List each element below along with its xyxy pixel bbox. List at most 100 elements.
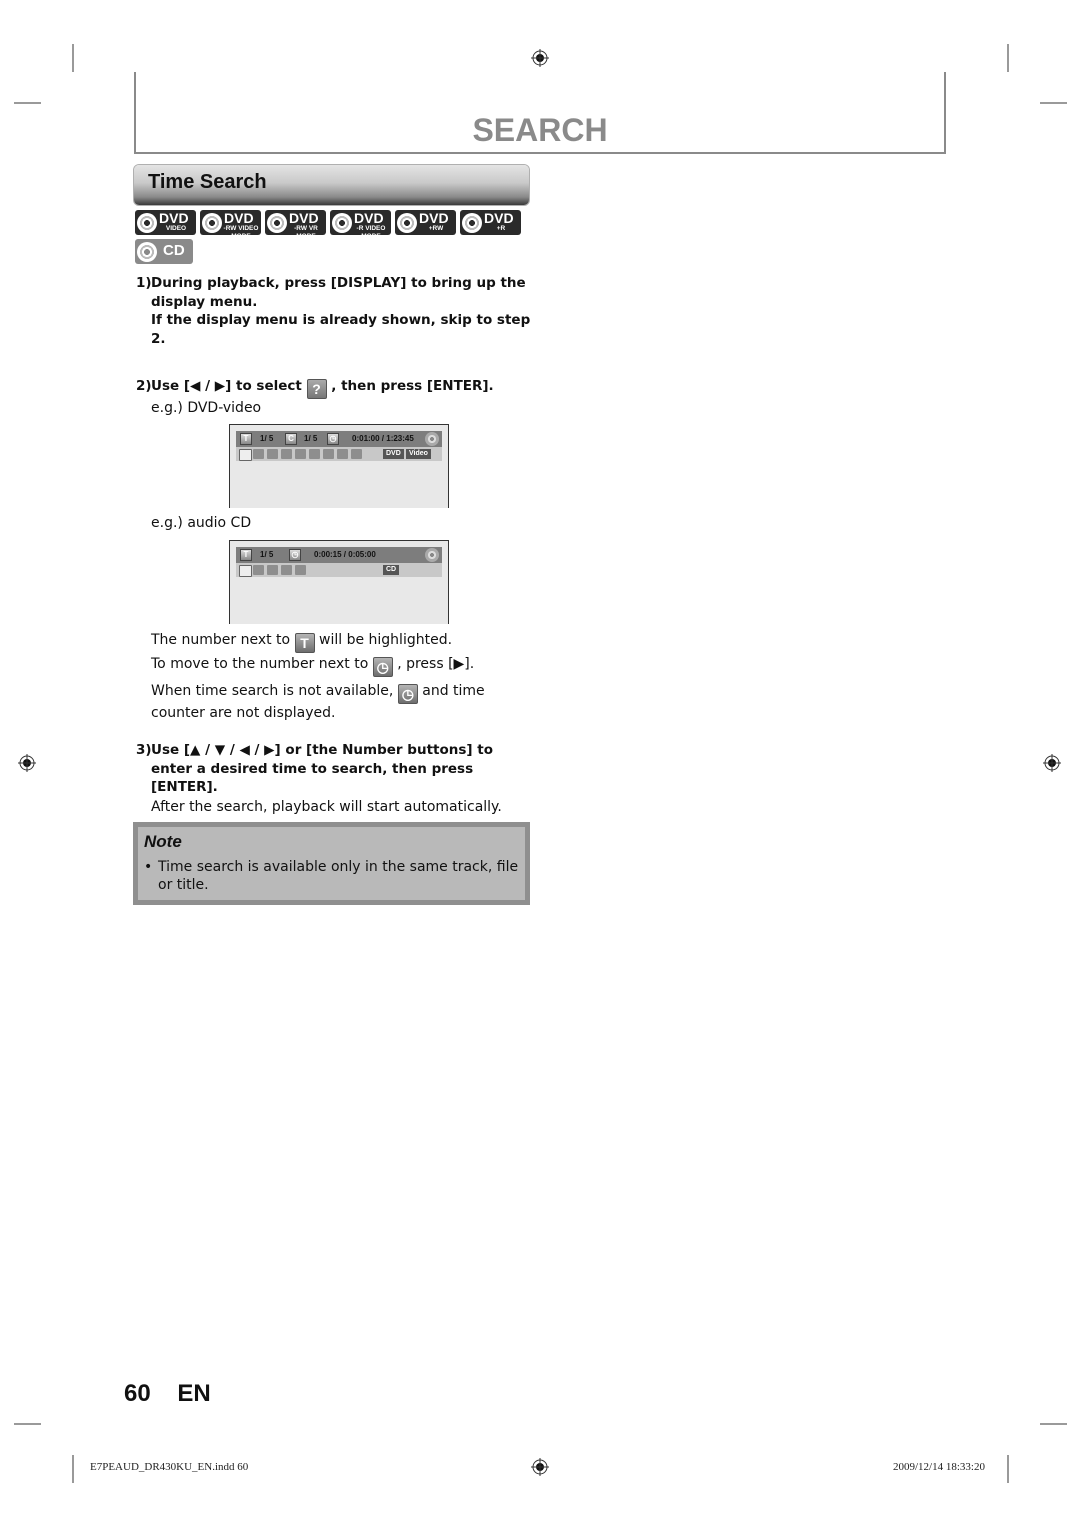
repeat-icon bbox=[267, 565, 278, 575]
clock-icon: ◷ bbox=[289, 549, 301, 561]
dvd-rw-video-mode-badge: DVD-RW VIDEO MODE bbox=[200, 210, 261, 235]
note-text: Time search is available only in the sam… bbox=[158, 859, 519, 893]
note-box: Note • Time search is available only in … bbox=[133, 822, 530, 905]
footer-timestamp: 2009/12/14 18:33:20 bbox=[893, 1461, 985, 1473]
sound-mode-icon bbox=[295, 565, 306, 575]
angle-icon bbox=[281, 449, 292, 459]
dvd-plus-rw-badge: DVD +RW bbox=[395, 210, 456, 235]
badge-sublabel: VIDEO bbox=[165, 225, 187, 232]
page-title: SEARCH bbox=[472, 112, 608, 148]
disc-icon bbox=[425, 432, 439, 446]
title-value: 1/ 5 bbox=[260, 434, 274, 443]
footer-file: E7PEAUD_DR430KU_EN.indd 60 bbox=[90, 1461, 249, 1473]
badge-sublabel: -RW VIDEO MODE bbox=[223, 225, 259, 235]
text: will be highlighted. bbox=[319, 632, 453, 648]
bullet: • bbox=[144, 859, 153, 875]
zoom-icon bbox=[337, 449, 348, 459]
dvd-display-screen: T 1/ 5 C 1/ 5 ◷ 0:01:00 / 1:23:45 DVD Vi… bbox=[229, 424, 449, 508]
display-status-bar: T 1/ 5 ◷ 0:00:15 / 0:05:00 bbox=[236, 547, 442, 563]
badge-sublabel: +R bbox=[496, 225, 506, 232]
example-cd-label: e.g.) audio CD bbox=[151, 515, 252, 531]
crop-mark bbox=[14, 102, 41, 104]
note-title: Note bbox=[144, 832, 182, 851]
crop-mark bbox=[1040, 1423, 1067, 1425]
step-number: 2) bbox=[136, 378, 152, 394]
step-number: 3) bbox=[136, 742, 152, 758]
text: , press [▶]. bbox=[397, 656, 475, 672]
chapter-value: 1/ 5 bbox=[304, 434, 318, 443]
registration-mark-icon bbox=[18, 754, 36, 772]
step-2-instruction: Use [◀ / ▶] to select bbox=[151, 378, 302, 394]
display-icon-bar: CD bbox=[236, 563, 442, 577]
marker-icon bbox=[281, 565, 292, 575]
note-item: • Time search is available only in the s… bbox=[144, 858, 524, 894]
audio-icon bbox=[253, 449, 264, 459]
crop-mark bbox=[72, 44, 74, 72]
audio-icon bbox=[253, 565, 264, 575]
search-icon bbox=[239, 565, 252, 577]
subtitle-icon bbox=[267, 449, 278, 459]
example-dvd-label: e.g.) DVD-video bbox=[151, 400, 262, 416]
marker-icon bbox=[309, 449, 320, 459]
dvd-r-video-mode-badge: DVD-R VIDEO MODE bbox=[330, 210, 391, 235]
step-3-instruction: Use [▲ / ▼ / ◀ / ▶] or [the Number butto… bbox=[151, 742, 493, 795]
step-1-note: If the display menu is already shown, sk… bbox=[151, 312, 531, 347]
section-header: Time Search bbox=[134, 165, 529, 205]
time-counter: 0:01:00 / 1:23:45 bbox=[352, 434, 414, 443]
step-2: 2) Use [◀ / ▶] to select ? , then press … bbox=[136, 377, 536, 418]
highlight-note: The number next to T will be highlighted… bbox=[151, 631, 452, 653]
dvd-plus-r-badge: DVD +R bbox=[460, 210, 521, 235]
time-counter: 0:00:15 / 0:05:00 bbox=[314, 550, 376, 559]
badge-label: DVD bbox=[484, 210, 514, 226]
text: When time search is not available, bbox=[151, 683, 394, 699]
badge-label: DVD bbox=[289, 210, 319, 226]
step-1-instruction: During playback, press [DISPLAY] to brin… bbox=[151, 275, 526, 310]
crop-mark bbox=[14, 1423, 41, 1425]
step-3-result: After the search, playback will start au… bbox=[151, 798, 502, 815]
step-2-instruction-end: , then press [ENTER]. bbox=[331, 378, 494, 394]
search-icon bbox=[239, 449, 252, 461]
cd-badge: CD bbox=[135, 239, 193, 264]
clock-icon: ◷ bbox=[372, 657, 393, 677]
step-3: 3) Use [▲ / ▼ / ◀ / ▶] or [the Number bu… bbox=[136, 741, 536, 816]
disc-type-tag: CD bbox=[383, 565, 400, 575]
track-value: 1/ 5 bbox=[260, 550, 274, 559]
clock-icon: ◷ bbox=[327, 433, 339, 445]
badge-label: CD bbox=[163, 242, 185, 259]
text: The number next to bbox=[151, 632, 291, 648]
dvd-video-badge: DVD VIDEO bbox=[135, 210, 196, 235]
badge-label: DVD bbox=[159, 210, 189, 226]
title-icon: T bbox=[240, 433, 252, 445]
repeat-icon bbox=[295, 449, 306, 459]
badge-sublabel: -RW VR MODE bbox=[294, 225, 318, 235]
page-number: 60 EN bbox=[124, 1380, 211, 1407]
section-title: Time Search bbox=[148, 171, 267, 193]
crop-mark bbox=[1007, 44, 1009, 72]
crop-mark bbox=[72, 1455, 74, 1483]
clock-icon: ◷ bbox=[397, 684, 418, 704]
disc-icon bbox=[202, 213, 222, 233]
disc-icon bbox=[137, 242, 157, 262]
registration-mark-icon bbox=[1043, 754, 1061, 772]
sound-mode-icon bbox=[351, 449, 362, 459]
disc-format-tag: Video bbox=[406, 449, 431, 459]
registration-mark-icon bbox=[531, 1458, 549, 1476]
display-status-bar: T 1/ 5 C 1/ 5 ◷ 0:01:00 / 1:23:45 bbox=[236, 431, 442, 447]
badge-sublabel: +RW bbox=[428, 225, 444, 232]
step-number: 1) bbox=[136, 275, 152, 291]
crop-mark bbox=[1007, 1455, 1009, 1483]
text: To move to the number next to bbox=[151, 656, 369, 672]
badge-label: DVD bbox=[354, 210, 384, 226]
disc-icon bbox=[332, 213, 352, 233]
disc-icon bbox=[137, 213, 157, 233]
dvd-rw-vr-mode-badge: DVD-RW VR MODE bbox=[265, 210, 326, 235]
move-note: To move to the number next to ◷ , press … bbox=[151, 655, 474, 677]
cd-display-screen: T 1/ 5 ◷ 0:00:15 / 0:05:00 CD bbox=[229, 540, 449, 624]
badge-sublabel: -R VIDEO MODE bbox=[356, 225, 386, 235]
badge-label: DVD bbox=[419, 210, 449, 226]
chapter-icon: C bbox=[285, 433, 297, 445]
step-1: 1) During playback, press [DISPLAY] to b… bbox=[136, 274, 536, 348]
noise-reduction-icon bbox=[323, 449, 334, 459]
disc-badges: DVDVIDEODVD-RW VIDEO MODEDVD-RW VR MODED… bbox=[135, 210, 535, 264]
crop-mark bbox=[1040, 102, 1067, 104]
